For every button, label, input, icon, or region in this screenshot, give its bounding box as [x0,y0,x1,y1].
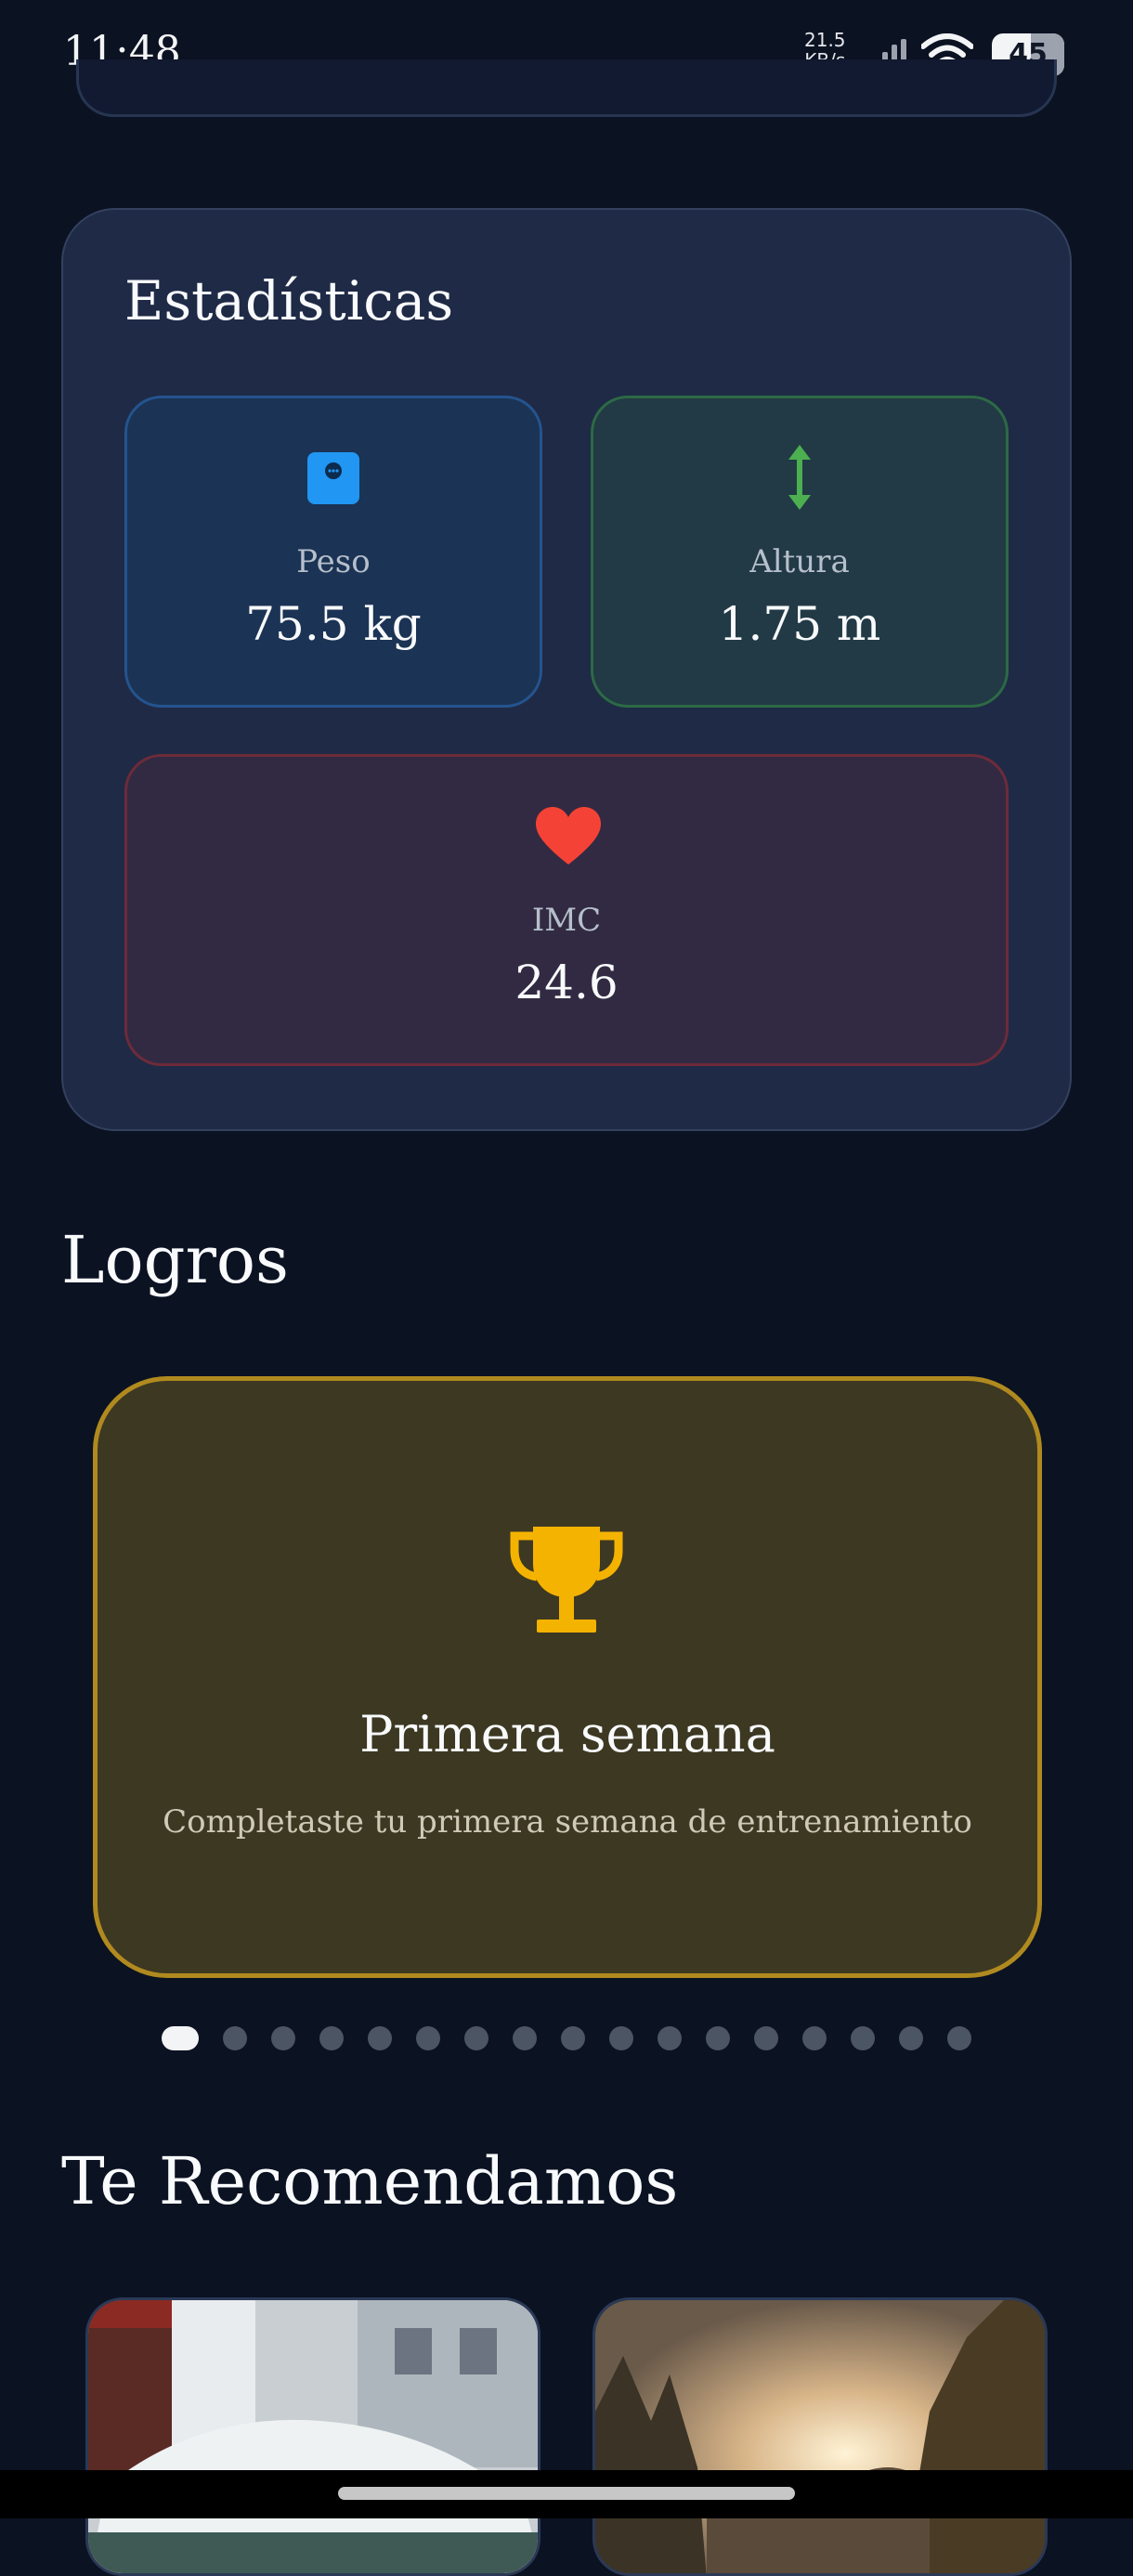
achievement-name: Primera semana [359,1705,775,1763]
stats-title: Estadísticas [124,269,454,332]
trophy-icon [510,1527,623,1633]
pagination-dot[interactable] [513,2026,537,2050]
achievement-description: Completaste tu primera semana de entrena… [163,1803,972,1841]
recommendations-title: Te Recomendamos [61,2143,679,2219]
recommendation-card[interactable] [85,2297,540,2576]
pagination-dot[interactable] [851,2026,875,2050]
pagination-dot[interactable] [658,2026,682,2050]
pagination-dot[interactable] [416,2026,440,2050]
previous-card-edge [76,59,1057,117]
height-label: Altura [749,543,850,580]
pagination-dot[interactable] [609,2026,633,2050]
pagination-dot[interactable] [271,2026,295,2050]
network-speed-value: 21.5 [804,29,846,51]
pagination-dot[interactable] [802,2026,827,2050]
weight-value: 75.5 kg [245,597,422,651]
forest-sunset-photo [595,2300,1045,2573]
street-car-photo [88,2300,538,2573]
pagination-dot[interactable] [899,2026,923,2050]
pagination-dot[interactable] [319,2026,344,2050]
bmi-tile[interactable]: IMC 24.6 [124,754,1009,1066]
achievement-pagination[interactable] [0,2024,1133,2052]
weight-label: Peso [296,543,371,580]
scale-icon [307,452,359,504]
heart-icon [536,807,601,865]
bmi-value: 24.6 [514,956,619,1009]
pagination-dot[interactable] [368,2026,392,2050]
pagination-dot[interactable] [706,2026,730,2050]
height-value: 1.75 m [718,597,881,651]
pagination-dot[interactable] [223,2026,247,2050]
recommendation-card[interactable] [593,2297,1048,2576]
bmi-label: IMC [531,902,602,939]
pagination-dot-active[interactable] [162,2026,199,2050]
pagination-dot[interactable] [754,2026,778,2050]
height-tile[interactable]: Altura 1.75 m [591,396,1009,708]
weight-tile[interactable]: Peso 75.5 kg [124,396,542,708]
pagination-dot[interactable] [464,2026,488,2050]
achievements-title: Logros [61,1222,289,1298]
pagination-dot[interactable] [947,2026,971,2050]
home-indicator[interactable] [338,2487,795,2500]
achievement-card[interactable] [93,1376,1042,1978]
pagination-dot[interactable] [561,2026,585,2050]
height-arrow-icon [788,445,811,510]
